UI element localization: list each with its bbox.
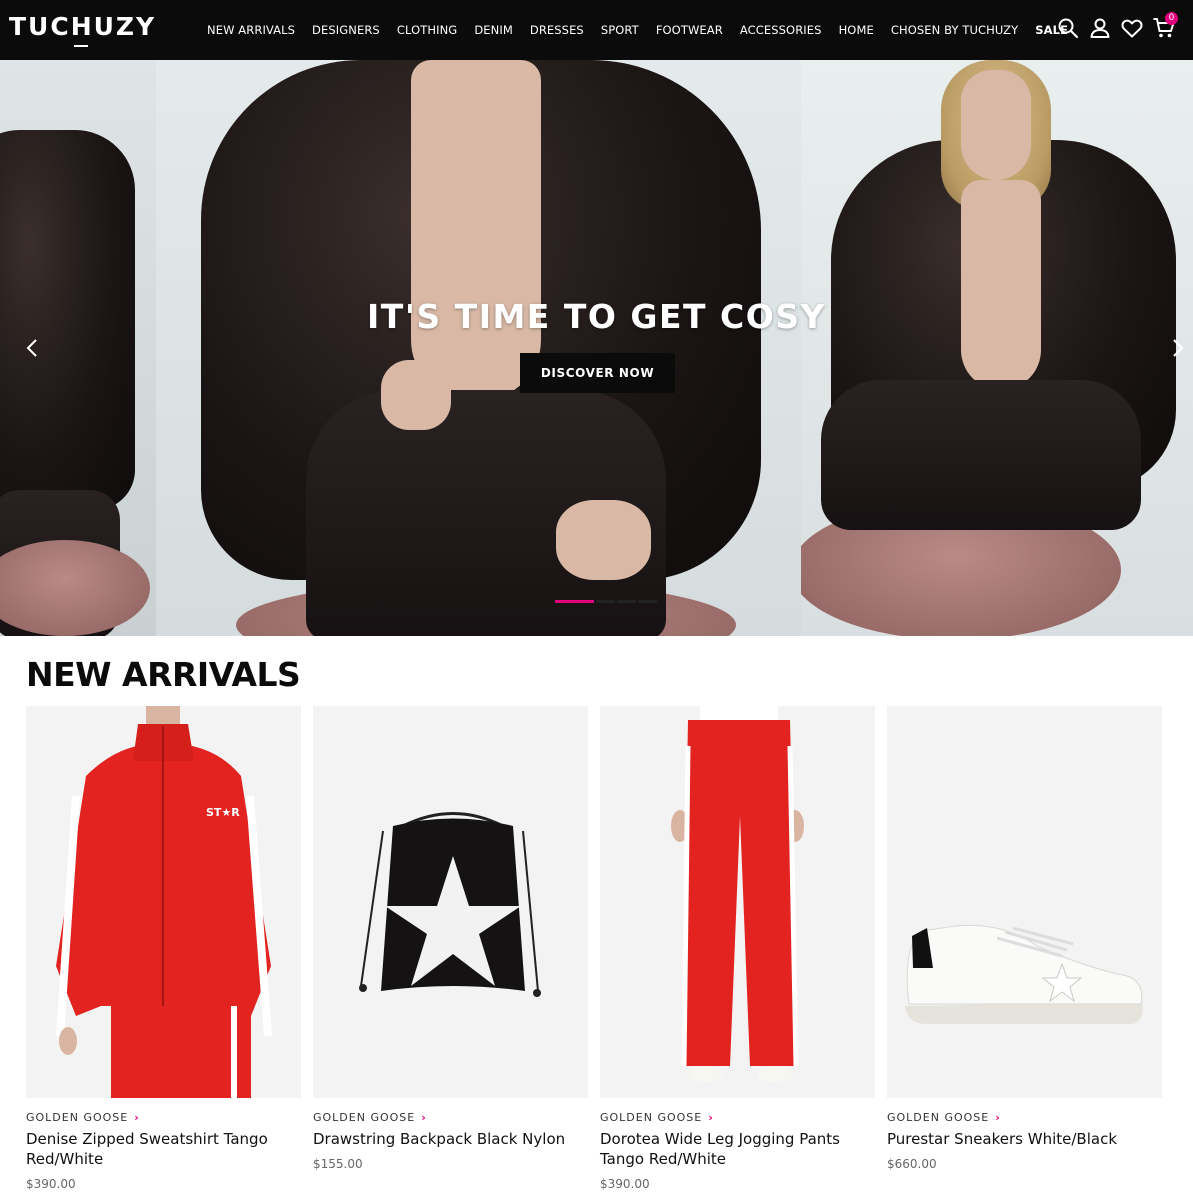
- search-icon[interactable]: [1056, 16, 1080, 42]
- product-image[interactable]: [313, 706, 588, 1098]
- cart-icon[interactable]: 0: [1152, 12, 1178, 42]
- carousel-dot-1[interactable]: [555, 600, 594, 603]
- product-brand: GOLDEN GOOSE: [600, 1111, 703, 1124]
- nav-designers[interactable]: DESIGNERS: [312, 23, 380, 37]
- nav-chosen-by-tuchuzy[interactable]: CHOSEN BY TUCHUZY: [891, 23, 1018, 37]
- wishlist-icon[interactable]: [1120, 16, 1144, 42]
- new-arrivals-heading: NEW ARRIVALS: [26, 655, 301, 694]
- chevron-right-icon: ›: [421, 1111, 427, 1124]
- nav-home[interactable]: HOME: [839, 23, 874, 37]
- product-image[interactable]: [600, 706, 875, 1098]
- product-brand-link[interactable]: GOLDEN GOOSE ›: [26, 1111, 301, 1124]
- nav-new-arrivals[interactable]: NEW ARRIVALS: [207, 23, 295, 37]
- carousel-dot-4[interactable]: [638, 600, 657, 603]
- product-name[interactable]: Purestar Sneakers White/Black: [887, 1129, 1162, 1149]
- hero-slide-current: [156, 60, 801, 636]
- product-brand-link[interactable]: GOLDEN GOOSE ›: [313, 1111, 588, 1124]
- carousel-dot-2[interactable]: [596, 600, 615, 603]
- hero-carousel: IT'S TIME TO GET COSY DISCOVER NOW: [0, 60, 1193, 636]
- logo-underline: [74, 45, 88, 47]
- hero-title: IT'S TIME TO GET COSY: [367, 297, 826, 336]
- product-name[interactable]: Dorotea Wide Leg Jogging Pants Tango Red…: [600, 1129, 875, 1169]
- product-card[interactable]: GOLDEN GOOSE › Drawstring Backpack Black…: [313, 706, 588, 1171]
- site-logo[interactable]: TUCHUZY: [9, 13, 156, 41]
- carousel-next-arrow-icon[interactable]: [1166, 337, 1188, 359]
- header-icons: 0: [1056, 12, 1184, 42]
- carousel-dot-3[interactable]: [617, 600, 636, 603]
- product-image[interactable]: [887, 706, 1162, 1098]
- product-brand: GOLDEN GOOSE: [313, 1111, 416, 1124]
- main-nav: NEW ARRIVALS DESIGNERS CLOTHING DENIM DR…: [207, 0, 1085, 60]
- product-image[interactable]: ST★R: [26, 706, 301, 1098]
- discover-now-button[interactable]: DISCOVER NOW: [520, 353, 675, 393]
- product-brand-link[interactable]: GOLDEN GOOSE ›: [600, 1111, 875, 1124]
- product-price: $390.00: [600, 1177, 650, 1191]
- carousel-pagination: [555, 600, 659, 603]
- hero-slide-next: [801, 60, 1193, 636]
- chevron-right-icon: ›: [134, 1111, 140, 1124]
- product-price: $155.00: [313, 1157, 363, 1171]
- product-card[interactable]: GOLDEN GOOSE › Dorotea Wide Leg Jogging …: [600, 706, 875, 1191]
- nav-clothing[interactable]: CLOTHING: [397, 23, 457, 37]
- carousel-prev-arrow-icon[interactable]: [22, 337, 44, 359]
- product-price: $390.00: [26, 1177, 76, 1191]
- svg-text:ST★R: ST★R: [206, 806, 240, 819]
- nav-sport[interactable]: SPORT: [601, 23, 639, 37]
- nav-dresses[interactable]: DRESSES: [530, 23, 584, 37]
- chevron-right-icon: ›: [708, 1111, 714, 1124]
- nav-accessories[interactable]: ACCESSORIES: [740, 23, 822, 37]
- product-name[interactable]: Denise Zipped Sweatshirt Tango Red/White: [26, 1129, 301, 1169]
- chevron-right-icon: ›: [995, 1111, 1001, 1124]
- account-icon[interactable]: [1088, 16, 1112, 42]
- site-header: TUCHUZY NEW ARRIVALS DESIGNERS CLOTHING …: [0, 0, 1193, 60]
- product-card[interactable]: ST★R GOLDEN GOOSE › Denise Zipped Sweats…: [26, 706, 301, 1191]
- nav-denim[interactable]: DENIM: [474, 23, 513, 37]
- nav-footwear[interactable]: FOOTWEAR: [656, 23, 723, 37]
- cart-count-badge: 0: [1165, 12, 1178, 25]
- product-card[interactable]: GOLDEN GOOSE › Purestar Sneakers White/B…: [887, 706, 1162, 1171]
- product-brand: GOLDEN GOOSE: [26, 1111, 129, 1124]
- product-name[interactable]: Drawstring Backpack Black Nylon: [313, 1129, 588, 1149]
- product-brand-link[interactable]: GOLDEN GOOSE ›: [887, 1111, 1162, 1124]
- product-brand: GOLDEN GOOSE: [887, 1111, 990, 1124]
- product-price: $660.00: [887, 1157, 937, 1171]
